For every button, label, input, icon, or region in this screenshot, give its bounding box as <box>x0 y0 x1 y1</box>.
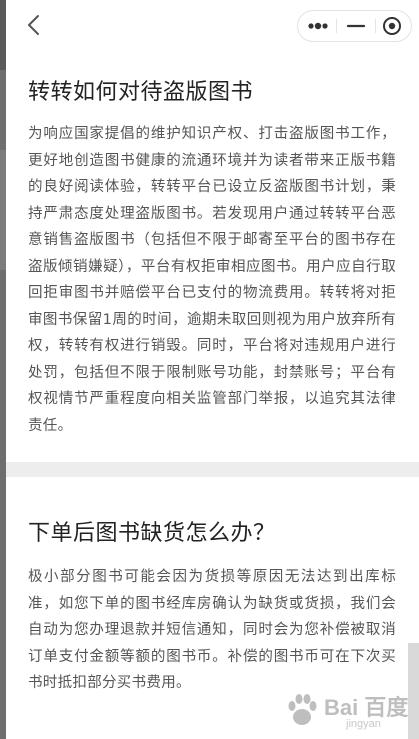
minimize-icon <box>346 24 366 28</box>
faq-title: 转转如何对待盗版图书 <box>28 80 254 105</box>
minimize-button[interactable] <box>337 11 375 41</box>
back-button[interactable] <box>22 10 48 40</box>
mini-program-capsule <box>297 10 412 42</box>
target-close-icon <box>383 17 401 35</box>
top-bar <box>6 0 419 50</box>
watermark-subtext: jingyan <box>346 718 381 730</box>
chevron-left-icon <box>28 15 39 35</box>
faq-body: 极小部分图书可能会因为货损等原因无法达到出库标准，如您下单的图书经库房确认为缺货… <box>28 569 396 691</box>
faq-page: 转转如何对待盗版图书 为响应国家提倡的维护知识产权、打击盗版图书工作，更好地创造… <box>6 0 419 739</box>
faq-title: 下单后图书缺货怎么办？ <box>28 521 276 546</box>
watermark: Bai 百度 jingyan <box>280 688 410 734</box>
paw-logo-icon <box>288 694 317 725</box>
more-dots-icon <box>308 22 328 30</box>
close-mini-program-button[interactable] <box>375 11 413 41</box>
section-divider <box>6 462 419 477</box>
faq-body: 为响应国家提倡的维护知识产权、打击盗版图书工作，更好地创造图书健康的流通环境并为… <box>28 126 396 434</box>
more-button[interactable] <box>298 11 336 41</box>
